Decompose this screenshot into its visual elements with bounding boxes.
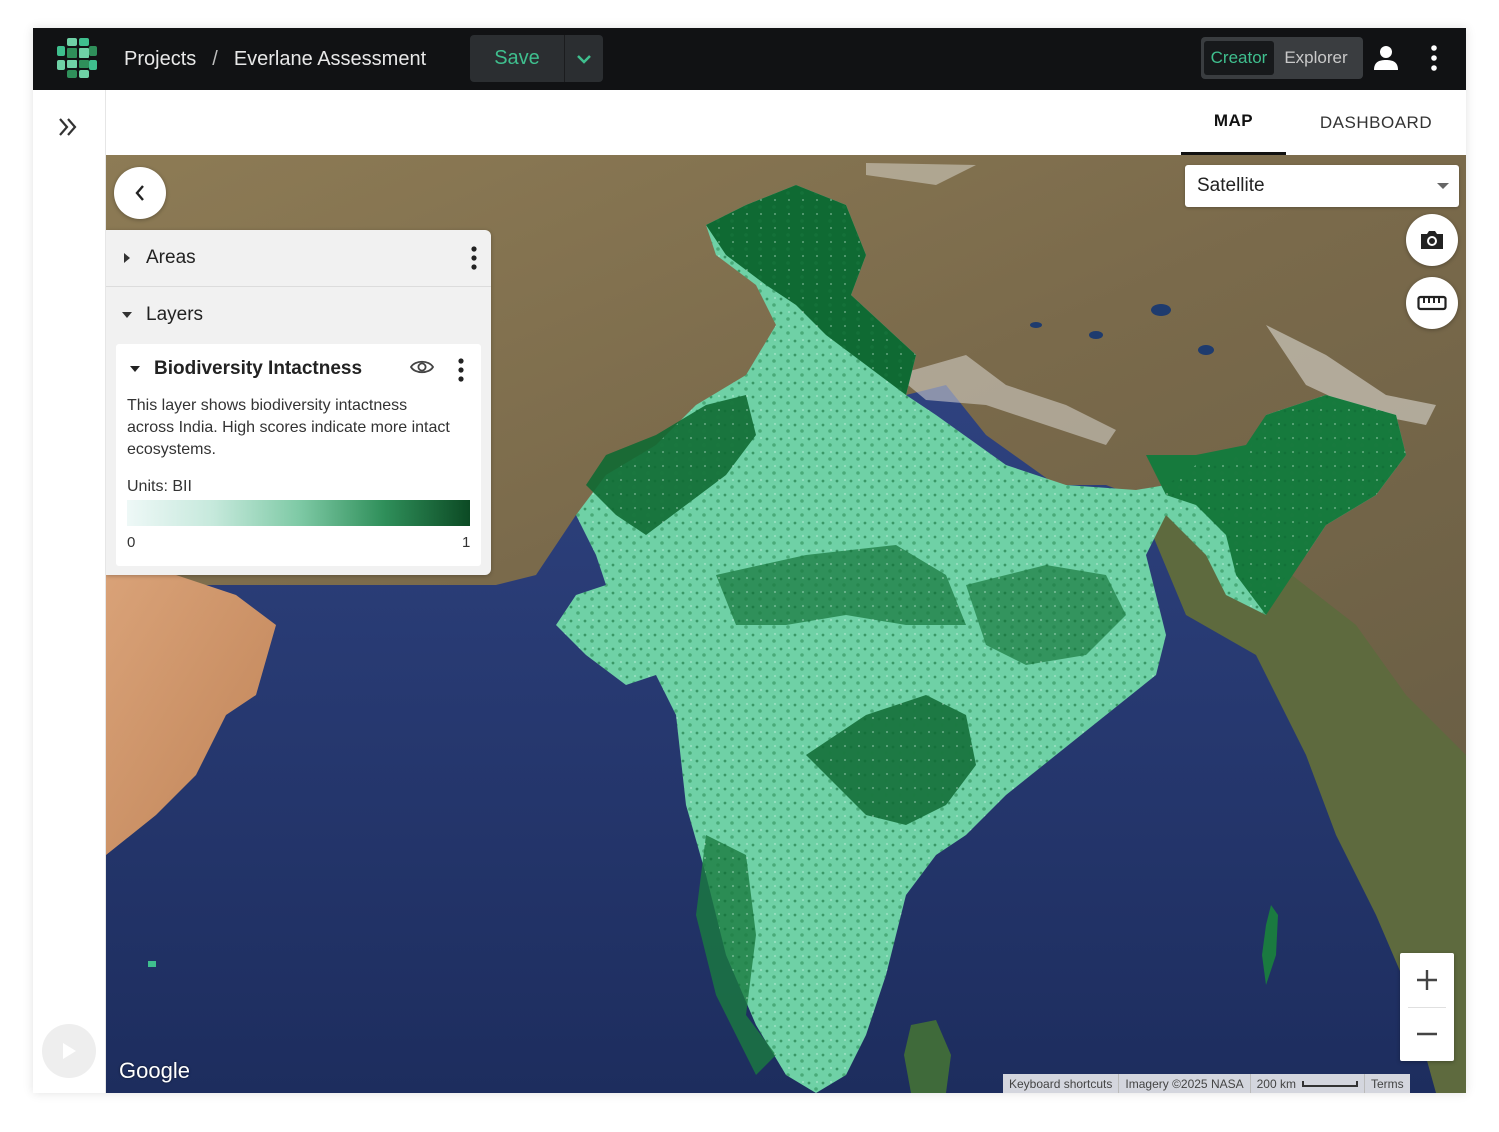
zoom-out-button[interactable] [1400, 1007, 1454, 1061]
areas-kebab-icon[interactable] [467, 244, 481, 272]
save-button[interactable]: Save [470, 35, 564, 82]
caret-down-icon[interactable] [130, 364, 140, 374]
scale-label: 200 km [1256, 1076, 1296, 1091]
mode-creator[interactable]: Creator [1204, 41, 1274, 75]
breadcrumb-separator: / [212, 47, 218, 70]
eye-icon[interactable] [410, 357, 434, 377]
layer-units: Units: BII [127, 478, 192, 495]
left-rail [33, 90, 106, 1093]
scale-bar [1301, 1080, 1358, 1087]
caret-down-icon [122, 312, 132, 318]
keyboard-shortcuts-link[interactable]: Keyboard shortcuts [1003, 1074, 1120, 1093]
view-tabs: MAP DASHBOARD [106, 90, 1466, 155]
breadcrumb: Projects / Everlane Assessment [124, 28, 426, 90]
scale-indicator[interactable]: 200 km [1251, 1074, 1365, 1093]
zoom-control [1400, 953, 1454, 1061]
legend-min-label: 0 [127, 534, 136, 551]
screenshot-button[interactable] [1406, 214, 1458, 266]
zoom-in-button[interactable] [1400, 953, 1454, 1007]
basemap-select-value: Satellite [1197, 175, 1265, 196]
collapse-panel-button[interactable] [114, 167, 166, 219]
areas-section-header[interactable]: Areas [106, 230, 491, 286]
legend-max-label: 1 [462, 534, 471, 551]
play-button[interactable] [42, 1024, 96, 1078]
layers-section-header[interactable]: Layers [106, 287, 491, 343]
mode-toggle: Creator Explorer [1201, 37, 1363, 79]
user-icon[interactable] [1373, 45, 1399, 71]
double-chevron-right-icon[interactable] [55, 114, 81, 140]
chevron-down-icon [577, 54, 591, 64]
layer-card: Biodiversity Intactness This layer shows… [116, 344, 481, 566]
google-logo: Google [119, 1058, 190, 1083]
save-button-group: Save [470, 35, 603, 82]
app-logo-icon[interactable] [57, 38, 97, 78]
breadcrumb-projects[interactable]: Projects [124, 48, 196, 71]
breadcrumb-project-name: Everlane Assessment [233, 47, 427, 70]
tab-map[interactable]: MAP [1181, 90, 1286, 155]
tab-dashboard[interactable]: DASHBOARD [1301, 90, 1451, 155]
terms-link[interactable]: Terms [1365, 1074, 1410, 1093]
imagery-credit: Imagery ©2025 NASA [1119, 1074, 1251, 1093]
chevron-left-icon [135, 185, 144, 201]
basemap-select[interactable]: Satellite [1185, 165, 1459, 207]
layer-title: Biodiversity Intactness [154, 358, 363, 379]
legend-color-ramp [127, 500, 470, 526]
layer-description: This layer shows biodiversity intactness… [127, 397, 450, 458]
caret-right-icon [124, 253, 130, 263]
measure-button[interactable] [1406, 277, 1458, 329]
layers-panel: Areas Layers Biodiversity Intactness Thi… [106, 230, 491, 575]
mode-explorer[interactable]: Explorer [1278, 41, 1354, 75]
layer-kebab-icon[interactable] [454, 356, 468, 384]
play-icon [63, 1043, 76, 1059]
camera-icon [1421, 231, 1443, 249]
layers-label: Layers [146, 304, 204, 325]
ruler-icon [1417, 295, 1447, 311]
minus-icon [1417, 1032, 1437, 1036]
caret-down-icon [1437, 183, 1449, 189]
map-attribution: Keyboard shortcuts Imagery ©2025 NASA 20… [1003, 1074, 1410, 1093]
map-canvas[interactable]: Areas Layers Biodiversity Intactness Thi… [106, 155, 1466, 1093]
top-bar: Projects / Everlane Assessment Save Crea… [33, 28, 1466, 90]
kebab-icon[interactable] [1426, 44, 1442, 72]
plus-icon [1417, 970, 1437, 990]
save-dropdown-button[interactable] [565, 35, 603, 82]
areas-label: Areas [146, 247, 196, 268]
app-window: Projects / Everlane Assessment Save Crea… [33, 28, 1466, 1093]
